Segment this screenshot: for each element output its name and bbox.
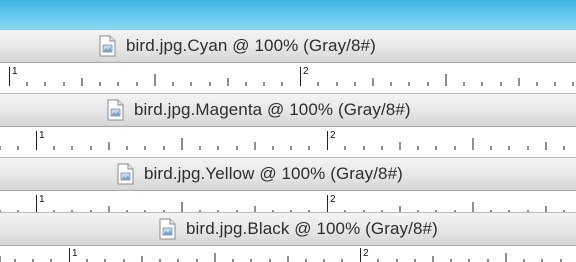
window-title: bird.jpg.Black @ 100% (Gray/8#) [186,219,438,238]
ruler-ticks [0,248,562,262]
title-wrap: bird.jpg.Yellow @ 100% (Gray/8#) [114,158,403,190]
window-title: bird.jpg.Magenta @ 100% (Gray/8#) [134,100,411,119]
horizontal-ruler-black[interactable]: 1 2 [0,246,576,262]
ruler-ticks [0,131,565,150]
title-bar-magenta[interactable]: bird.jpg.Magenta @ 100% (Gray/8#) [0,93,576,127]
title-bar-cyan[interactable]: bird.jpg.Cyan @ 100% (Gray/8#) [0,29,576,63]
document-image-icon [159,218,176,240]
horizontal-ruler-magenta[interactable]: 1 2 [0,127,576,150]
document-image-icon [117,163,134,185]
ruler-label-1: 1 [12,66,18,77]
ruler-label-2: 2 [363,248,369,259]
top-bar [0,0,576,29]
title-wrap: bird.jpg.Cyan @ 100% (Gray/8#) [96,30,376,62]
ruler-label-1: 1 [39,194,45,205]
horizontal-ruler-cyan[interactable]: 1 2 [0,63,576,86]
ruler-label-2: 2 [330,130,336,141]
title-bar-yellow[interactable]: bird.jpg.Yellow @ 100% (Gray/8#) [0,157,576,191]
title-wrap: bird.jpg.Magenta @ 100% (Gray/8#) [104,94,411,126]
ruler-label-2: 2 [330,194,336,205]
document-image-icon [107,99,124,121]
title-bar-black[interactable]: bird.jpg.Black @ 100% (Gray/8#) [0,212,576,246]
horizontal-ruler-yellow[interactable]: 1 2 [0,191,576,214]
title-wrap: bird.jpg.Black @ 100% (Gray/8#) [156,213,438,245]
window-title: bird.jpg.Yellow @ 100% (Gray/8#) [144,164,403,183]
document-image-icon [99,35,116,57]
ruler-label-1: 1 [39,130,45,141]
ruler-label-1: 1 [72,248,78,259]
ruler-ticks [9,67,574,86]
window-title: bird.jpg.Cyan @ 100% (Gray/8#) [126,36,376,55]
ruler-label-2: 2 [303,66,309,77]
